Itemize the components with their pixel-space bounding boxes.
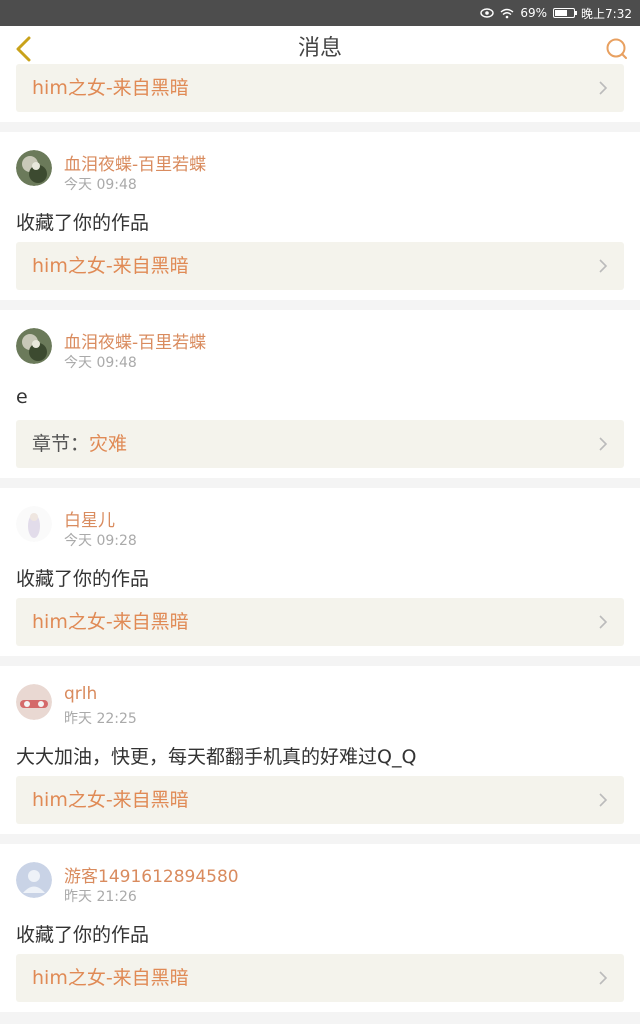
chapter-link-text: 章节：灾难	[32, 420, 127, 468]
avatar[interactable]	[16, 328, 52, 364]
message-card-partial: him之女-来自黑暗	[0, 64, 640, 122]
username[interactable]: 白星儿	[64, 506, 115, 531]
timestamp: 昨天 22:25	[64, 711, 137, 727]
divider	[0, 300, 640, 310]
work-link[interactable]: him之女-来自黑暗	[16, 64, 624, 112]
divider	[0, 1012, 640, 1022]
search-icon	[606, 38, 627, 59]
message-card: 血泪夜蝶-百里若蝶 今天 09:48 收藏了你的作品 him之女-来自黑暗	[0, 132, 640, 300]
message-content: 收藏了你的作品	[16, 924, 150, 946]
status-bar: 69% 晚上7:32	[0, 0, 640, 26]
chevron-right-icon	[599, 793, 608, 807]
default-user-icon	[16, 862, 52, 898]
divider	[0, 834, 640, 844]
chapter-name: 灾难	[89, 433, 128, 455]
avatar[interactable]	[16, 150, 52, 186]
message-content: 大大加油，快更，每天都翻手机真的好难过Q_Q	[16, 746, 417, 768]
chevron-right-icon	[599, 971, 608, 985]
message-card: 白星儿 今天 09:28 收藏了你的作品 him之女-来自黑暗	[0, 488, 640, 656]
message-content: 收藏了你的作品	[16, 212, 150, 234]
timestamp: 今天 09:48	[64, 355, 137, 371]
timestamp: 昨天 21:26	[64, 889, 137, 905]
work-link-text: him之女-来自黑暗	[32, 789, 189, 811]
work-link[interactable]: him之女-来自黑暗	[16, 598, 624, 646]
work-link[interactable]: him之女-来自黑暗	[16, 242, 624, 290]
battery-icon	[553, 8, 578, 18]
chapter-link[interactable]: 章节：灾难	[16, 420, 624, 468]
avatar[interactable]	[16, 684, 52, 720]
chevron-right-icon	[599, 81, 608, 95]
timestamp: 今天 09:48	[64, 177, 137, 193]
username[interactable]: 血泪夜蝶-百里若蝶	[64, 150, 206, 175]
timestamp: 今天 09:28	[64, 533, 137, 549]
divider	[0, 122, 640, 132]
username[interactable]: 游客1491612894580	[64, 862, 239, 887]
divider	[0, 478, 640, 488]
chapter-label: 章节：	[32, 433, 90, 455]
clock: 晚上7:32	[581, 6, 632, 21]
work-link-text: him之女-来自黑暗	[32, 611, 189, 633]
avatar[interactable]	[16, 506, 52, 542]
work-link[interactable]: him之女-来自黑暗	[16, 954, 624, 1002]
message-feed: him之女-来自黑暗 血泪夜蝶-百里若蝶 今天 09:48 收藏了你的作品 hi…	[0, 64, 640, 1022]
message-content: e	[16, 386, 28, 408]
divider	[0, 656, 640, 666]
chevron-right-icon	[599, 615, 608, 629]
chevron-right-icon	[599, 437, 608, 451]
message-content: 收藏了你的作品	[16, 568, 150, 590]
battery-percent: 69%	[520, 6, 548, 20]
work-link-text: him之女-来自黑暗	[32, 255, 189, 277]
chevron-right-icon	[599, 259, 608, 273]
eye-icon	[480, 8, 495, 18]
work-link[interactable]: him之女-来自黑暗	[16, 776, 624, 824]
avatar[interactable]	[16, 862, 52, 898]
username[interactable]: qrlh	[64, 684, 97, 704]
work-link-text: him之女-来自黑暗	[32, 967, 189, 989]
message-card: 游客1491612894580 昨天 21:26 收藏了你的作品 him之女-来…	[0, 844, 640, 1012]
wifi-icon	[500, 8, 514, 19]
search-button[interactable]	[604, 36, 630, 62]
work-link-text: him之女-来自黑暗	[32, 77, 189, 99]
message-card: 血泪夜蝶-百里若蝶 今天 09:48 e 章节：灾难	[0, 310, 640, 478]
username[interactable]: 血泪夜蝶-百里若蝶	[64, 328, 206, 353]
message-card: qrlh 昨天 22:25 大大加油，快更，每天都翻手机真的好难过Q_Q him…	[0, 666, 640, 834]
